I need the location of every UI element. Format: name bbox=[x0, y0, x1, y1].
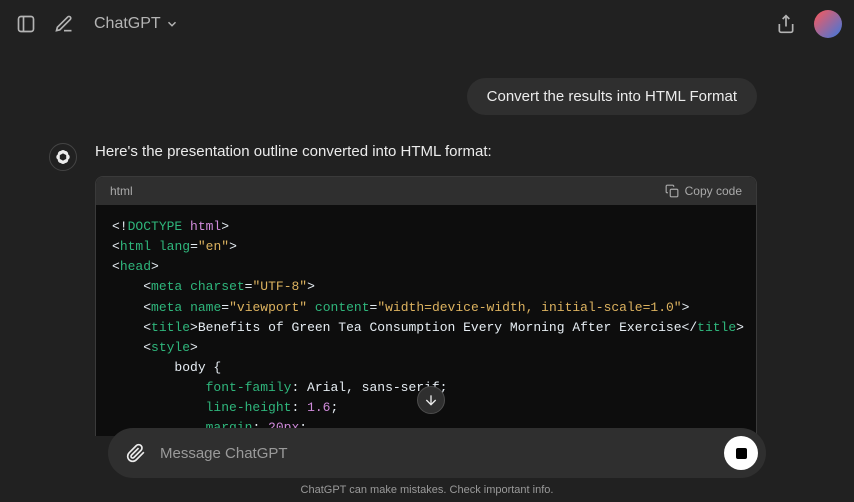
header-left: ChatGPT bbox=[12, 10, 185, 38]
new-chat-icon[interactable] bbox=[50, 10, 78, 38]
chat-main: Convert the results into HTML Format Her… bbox=[0, 48, 854, 436]
disclaimer-footer: ChatGPT can make mistakes. Check importa… bbox=[0, 484, 854, 496]
message-input[interactable] bbox=[160, 445, 714, 462]
assistant-avatar bbox=[49, 143, 77, 171]
tok: < bbox=[143, 300, 151, 315]
tok: > bbox=[307, 279, 315, 294]
tok: <! bbox=[112, 219, 128, 234]
tok: "width=device-width, initial-scale=1.0" bbox=[377, 300, 681, 315]
share-icon[interactable] bbox=[772, 10, 800, 38]
assistant-intro-text: Here's the presentation outline converte… bbox=[95, 143, 757, 160]
scroll-to-bottom-button[interactable] bbox=[417, 386, 445, 414]
chevron-down-icon bbox=[165, 17, 179, 31]
tok: head bbox=[120, 259, 151, 274]
tok: 1.6 bbox=[307, 400, 330, 415]
tok: content bbox=[315, 300, 370, 315]
tok: < bbox=[112, 239, 120, 254]
copy-icon bbox=[665, 184, 679, 198]
tok: line-height bbox=[206, 400, 292, 415]
chat-area: Convert the results into HTML Format Her… bbox=[97, 48, 757, 436]
copy-code-label: Copy code bbox=[685, 184, 742, 198]
tok: > bbox=[151, 259, 159, 274]
tok: title bbox=[697, 320, 736, 335]
tok: ; bbox=[330, 400, 338, 415]
arrow-down-icon bbox=[423, 392, 439, 408]
tok: "en" bbox=[198, 239, 229, 254]
tok: > bbox=[682, 300, 690, 315]
tok: > bbox=[221, 219, 229, 234]
tok: > bbox=[190, 340, 198, 355]
tok: style bbox=[151, 340, 190, 355]
tok: lang bbox=[159, 239, 190, 254]
tok: meta bbox=[151, 300, 182, 315]
paperclip-icon bbox=[126, 443, 146, 463]
tok: charset bbox=[190, 279, 245, 294]
message-input-area bbox=[108, 428, 766, 478]
assistant-message-row: Here's the presentation outline converte… bbox=[49, 143, 757, 436]
user-message-bubble: Convert the results into HTML Format bbox=[467, 78, 757, 115]
tok: < bbox=[112, 259, 120, 274]
tok: </ bbox=[682, 320, 698, 335]
tok: "viewport" bbox=[229, 300, 307, 315]
tok: : bbox=[291, 400, 307, 415]
header-right bbox=[772, 10, 842, 38]
tok: font-family bbox=[206, 380, 292, 395]
tok: = bbox=[190, 239, 198, 254]
tok: DOCTYPE bbox=[128, 219, 183, 234]
user-avatar[interactable] bbox=[814, 10, 842, 38]
tok: "UTF-8" bbox=[252, 279, 307, 294]
tok: < bbox=[143, 279, 151, 294]
app-header: ChatGPT bbox=[0, 0, 854, 48]
tok: body { bbox=[174, 360, 221, 375]
tok: < bbox=[143, 340, 151, 355]
code-header: html Copy code bbox=[96, 177, 756, 205]
tok: > bbox=[736, 320, 744, 335]
model-dropdown[interactable]: ChatGPT bbox=[88, 11, 185, 37]
tok: < bbox=[143, 320, 151, 335]
stop-icon bbox=[736, 448, 747, 459]
tok: > bbox=[190, 320, 198, 335]
tok: html bbox=[190, 219, 221, 234]
tok: name bbox=[190, 300, 221, 315]
user-message-row: Convert the results into HTML Format bbox=[97, 78, 757, 115]
tok: > bbox=[229, 239, 237, 254]
sidebar-toggle-icon[interactable] bbox=[12, 10, 40, 38]
model-name: ChatGPT bbox=[94, 15, 161, 33]
tok: html bbox=[120, 239, 151, 254]
attach-button[interactable] bbox=[122, 439, 150, 467]
code-lang-label: html bbox=[110, 184, 133, 198]
tok: meta bbox=[151, 279, 182, 294]
tok: = bbox=[221, 300, 229, 315]
copy-code-button[interactable]: Copy code bbox=[665, 184, 742, 198]
tok: title bbox=[151, 320, 190, 335]
tok: Benefits of Green Tea Consumption Every … bbox=[198, 320, 682, 335]
stop-generating-button[interactable] bbox=[724, 436, 758, 470]
